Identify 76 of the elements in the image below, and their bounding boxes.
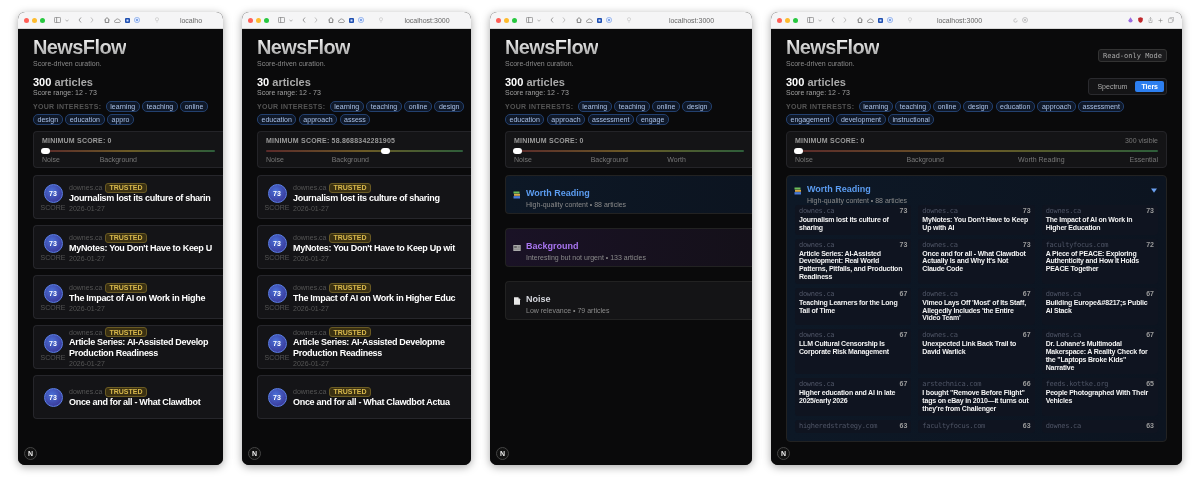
collapse-icon[interactable] xyxy=(1151,188,1157,193)
tier-name[interactable]: Worth Reading xyxy=(807,183,871,194)
cloud-icon[interactable] xyxy=(338,17,345,23)
document-icon xyxy=(513,296,521,305)
tabs-icon[interactable] xyxy=(1168,17,1174,23)
tier-name[interactable]: Background xyxy=(526,240,579,251)
article-title[interactable]: Production Readiness xyxy=(69,348,209,359)
newspaper-icon xyxy=(513,243,521,252)
home-icon[interactable] xyxy=(857,17,863,23)
forward-icon[interactable] xyxy=(562,17,566,23)
cloud-icon[interactable] xyxy=(867,17,874,23)
home-icon[interactable] xyxy=(576,17,582,23)
close-window-icon[interactable] xyxy=(248,17,253,23)
forward-icon[interactable] xyxy=(843,17,847,23)
extension-icon[interactable] xyxy=(1128,17,1133,23)
minimize-window-icon[interactable] xyxy=(785,17,790,23)
extension-icon[interactable] xyxy=(125,17,130,23)
chevron-down-icon[interactable] xyxy=(65,18,69,22)
minimize-window-icon[interactable] xyxy=(32,17,37,23)
books-icon xyxy=(513,190,521,199)
back-icon[interactable] xyxy=(831,17,835,23)
sidebar-icon[interactable] xyxy=(807,17,814,23)
sidebar-icon[interactable] xyxy=(526,17,533,23)
article-count: 300 articles xyxy=(786,76,847,88)
reader-icon[interactable] xyxy=(1022,17,1028,23)
cloud-icon[interactable] xyxy=(114,17,121,23)
share-icon[interactable] xyxy=(1148,17,1153,23)
article-title[interactable]: Once and for all - What Clawdbot Actua xyxy=(293,396,450,408)
close-window-icon[interactable] xyxy=(496,17,501,23)
back-icon[interactable] xyxy=(302,17,306,23)
chevron-down-icon[interactable] xyxy=(537,18,541,22)
slider-thumb[interactable] xyxy=(794,148,803,154)
zoom-window-icon[interactable] xyxy=(264,17,269,23)
minimize-window-icon[interactable] xyxy=(504,17,509,23)
sidebar-icon[interactable] xyxy=(278,17,285,23)
article-title[interactable]: The Impact of AI on Work in Highe xyxy=(69,292,206,304)
zoom-window-icon[interactable] xyxy=(40,17,45,23)
tier-name[interactable]: Worth Reading xyxy=(526,187,590,198)
chevron-down-icon[interactable] xyxy=(289,18,293,22)
zoom-window-icon[interactable] xyxy=(512,17,517,23)
extension-icon[interactable] xyxy=(597,17,602,23)
article-title[interactable]: MyNotes: You Don't Have to Keep Up wit xyxy=(293,242,455,254)
article-title[interactable]: The Impact of AI on Work in Higher Educ xyxy=(293,292,456,304)
home-icon[interactable] xyxy=(328,17,334,23)
article-title[interactable]: Article Series: AI-Assisted Develop xyxy=(69,337,209,348)
minimize-window-icon[interactable] xyxy=(256,17,261,23)
chevron-down-icon[interactable] xyxy=(818,18,822,22)
zoom-window-icon[interactable] xyxy=(793,17,798,23)
article-title[interactable]: Article Series: AI-Assisted Developme xyxy=(293,337,445,348)
extension-icon[interactable] xyxy=(878,17,883,23)
article-title[interactable]: Once and for all - What Clawdbot xyxy=(69,396,201,408)
back-icon[interactable] xyxy=(550,17,554,23)
article-count: 300 articles xyxy=(505,76,566,88)
forward-icon[interactable] xyxy=(314,17,318,23)
extension-icon[interactable] xyxy=(349,17,354,23)
slider-thumb[interactable] xyxy=(513,148,522,154)
reload-icon[interactable] xyxy=(1013,17,1018,23)
tier-name[interactable]: Noise xyxy=(526,293,551,304)
close-window-icon[interactable] xyxy=(777,17,782,23)
shield-icon[interactable] xyxy=(1138,17,1143,23)
sidebar-icon[interactable] xyxy=(54,17,61,23)
article-count: 300 articles xyxy=(33,76,94,88)
article-title[interactable]: Journalism lost its culture of sharin xyxy=(69,192,211,204)
article-title[interactable]: Production Readiness xyxy=(293,348,445,359)
forward-icon[interactable] xyxy=(90,17,94,23)
back-icon[interactable] xyxy=(78,17,82,23)
slider-thumb[interactable] xyxy=(381,148,391,154)
books-icon xyxy=(794,186,802,195)
article-count: 30 articles xyxy=(257,76,312,88)
slider-thumb[interactable] xyxy=(41,148,50,154)
article-title[interactable]: MyNotes: You Don't Have to Keep U xyxy=(69,242,212,254)
cloud-icon[interactable] xyxy=(586,17,593,23)
article-title[interactable]: Journalism lost its culture of sharing xyxy=(293,192,440,204)
close-window-icon[interactable] xyxy=(24,17,29,23)
new-tab-icon[interactable] xyxy=(1158,17,1163,23)
home-icon[interactable] xyxy=(104,17,110,23)
